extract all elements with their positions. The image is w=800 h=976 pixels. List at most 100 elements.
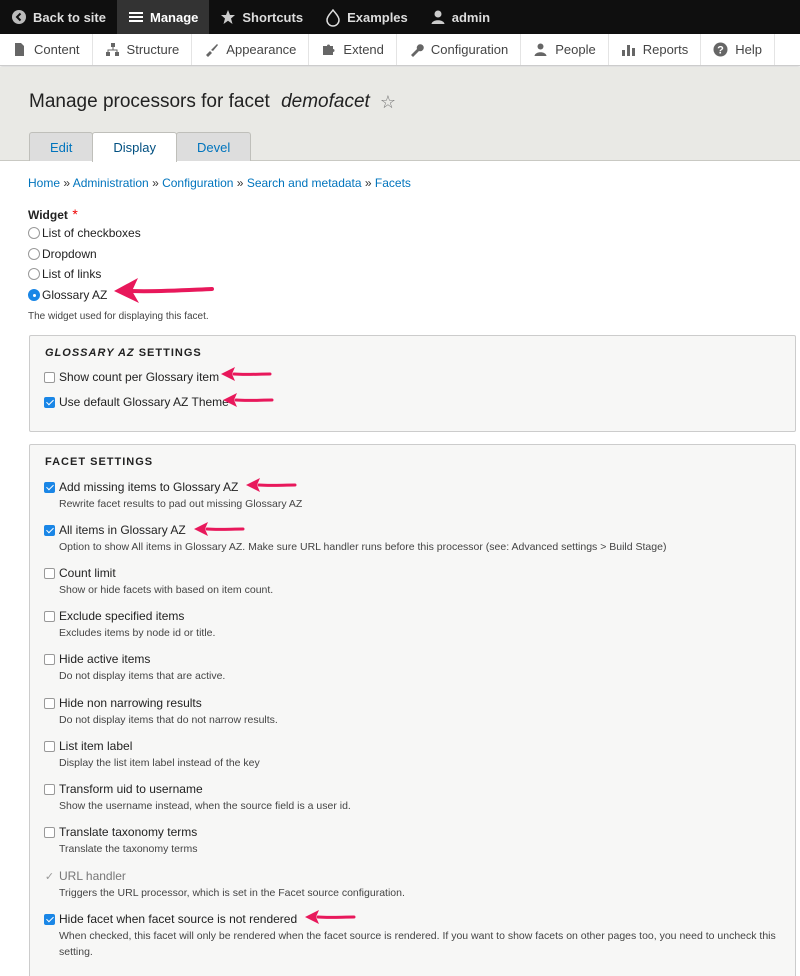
checkbox-label: Count limit xyxy=(59,566,116,580)
checkbox-label: Add missing items to Glossary AZ xyxy=(59,480,239,494)
tray-item-appearance[interactable]: Appearance xyxy=(192,34,310,65)
shortcut-star-icon[interactable]: ☆ xyxy=(380,92,396,113)
local-tabs: Edit Display Devel xyxy=(29,132,252,162)
checkbox[interactable] xyxy=(44,567,55,579)
shortcuts-tab[interactable]: Shortcuts xyxy=(209,0,314,34)
checkbox[interactable] xyxy=(44,653,55,665)
tray-item-configuration[interactable]: Configuration xyxy=(397,34,522,65)
checkbox-count-limit[interactable]: Count limit xyxy=(44,566,116,580)
checkbox-hide-facet-not-rendered[interactable]: Hide facet when facet source is not rend… xyxy=(44,912,297,926)
checkbox-hide-active[interactable]: Hide active items xyxy=(44,652,150,666)
checkbox-transform-uid[interactable]: Transform uid to username xyxy=(44,782,203,796)
tab-edit[interactable]: Edit xyxy=(29,132,94,161)
checkbox-label: Show count per Glossary item xyxy=(59,370,220,384)
tray-item-content[interactable]: Content xyxy=(0,34,93,65)
checkbox[interactable] xyxy=(44,697,55,709)
breadcrumb-administration[interactable]: Administration xyxy=(73,176,149,190)
legend-rest: SETTINGS xyxy=(134,347,202,359)
checkbox-checked[interactable] xyxy=(44,396,55,408)
radio-label: List of checkboxes xyxy=(42,226,141,240)
radio-glossary-az[interactable]: Glossary AZ xyxy=(28,288,107,302)
checkbox-all-items[interactable]: All items in Glossary AZ xyxy=(44,523,186,537)
checkbox-translate-taxonomy[interactable]: Translate taxonomy terms xyxy=(44,825,197,839)
checkbox[interactable] xyxy=(44,783,55,795)
checkbox-description: Triggers the URL processor, which is set… xyxy=(59,887,405,899)
breadcrumb-home[interactable]: Home xyxy=(28,176,60,190)
tray-item-label: Content xyxy=(34,42,80,57)
checkbox-description: Do not display items that do not narrow … xyxy=(59,714,278,726)
checkbox-description: Option to show All items in Glossary AZ.… xyxy=(59,541,667,553)
structure-icon xyxy=(105,42,120,57)
radio-label: Glossary AZ xyxy=(42,288,108,302)
checkbox-list-item-label[interactable]: List item label xyxy=(44,739,132,753)
legend-italic: GLOSSARY AZ xyxy=(45,347,135,359)
back-to-site-label: Back to site xyxy=(33,9,106,25)
page-header: Manage processors for facet demofacet ☆ … xyxy=(0,67,800,162)
checkbox-description: Show or hide facets with based on item c… xyxy=(59,584,274,596)
checkbox-add-missing[interactable]: Add missing items to Glossary AZ xyxy=(44,480,238,494)
breadcrumb-facets[interactable]: Facets xyxy=(375,176,411,190)
glossary-settings-legend: GLOSSARY AZ SETTINGS xyxy=(45,347,202,359)
menu-icon xyxy=(128,9,144,25)
tray-item-extend[interactable]: Extend xyxy=(309,34,397,65)
annotation-arrow-icon xyxy=(194,522,245,536)
checkbox-url-handler: ✓ URL handler xyxy=(44,869,126,883)
user-tab[interactable]: admin xyxy=(419,0,501,34)
checkbox-checked[interactable] xyxy=(44,524,55,536)
radio-button[interactable] xyxy=(28,248,40,260)
checkbox-hide-non-narrowing[interactable]: Hide non narrowing results xyxy=(44,696,202,710)
checkbox[interactable] xyxy=(44,826,55,838)
people-icon xyxy=(533,42,548,57)
tray-item-help[interactable]: ? Help xyxy=(701,34,775,65)
admin-tray: Content Structure Appearance Extend Conf… xyxy=(0,34,800,66)
checkbox-show-count[interactable]: Show count per Glossary item xyxy=(44,370,219,384)
checkbox[interactable] xyxy=(44,610,55,622)
tray-item-people[interactable]: People xyxy=(521,34,609,65)
tray-item-label: Reports xyxy=(642,42,689,57)
tray-item-reports[interactable]: Reports xyxy=(609,34,702,65)
user-icon xyxy=(430,9,446,25)
checkbox-description: Translate the taxonomy terms xyxy=(59,843,198,855)
examples-tab[interactable]: Examples xyxy=(314,0,419,34)
checkbox-description: Rewrite facet results to pad out missing… xyxy=(59,498,303,510)
svg-text:?: ? xyxy=(717,45,724,57)
radio-button-selected[interactable] xyxy=(28,289,40,301)
checkbox-checked[interactable] xyxy=(44,481,55,493)
checkbox-exclude-items[interactable]: Exclude specified items xyxy=(44,609,184,623)
checkbox-description: Do not display items that are active. xyxy=(59,670,226,682)
breadcrumb: Home » Administration » Configuration » … xyxy=(28,176,411,190)
radio-list-of-checkboxes[interactable]: List of checkboxes xyxy=(28,226,141,240)
breadcrumb-search-metadata[interactable]: Search and metadata xyxy=(247,176,362,190)
breadcrumb-configuration[interactable]: Configuration xyxy=(162,176,233,190)
required-mark: * xyxy=(72,206,78,222)
tab-display[interactable]: Display xyxy=(92,132,178,162)
radio-button[interactable] xyxy=(28,227,40,239)
manage-label: Manage xyxy=(149,9,199,25)
shortcuts-label: Shortcuts xyxy=(242,9,304,25)
manage-tab[interactable]: Manage xyxy=(116,0,210,34)
radio-button[interactable] xyxy=(28,268,40,280)
tray-item-label: Help xyxy=(735,42,762,57)
page-title-prefix: Manage processors for facet xyxy=(29,91,276,112)
checkbox-label: Hide non narrowing results xyxy=(59,696,202,710)
checkbox-checked[interactable] xyxy=(44,913,55,925)
tray-item-label: Extend xyxy=(343,42,384,57)
radio-label: Dropdown xyxy=(42,247,97,261)
tray-item-structure[interactable]: Structure xyxy=(93,34,193,65)
annotation-arrow-icon xyxy=(223,393,274,407)
radio-dropdown[interactable]: Dropdown xyxy=(28,247,97,261)
widget-description: The widget used for displaying this face… xyxy=(28,311,209,322)
checkbox[interactable] xyxy=(44,371,55,383)
help-icon: ? xyxy=(713,42,728,57)
tab-devel[interactable]: Devel xyxy=(176,132,252,161)
wrench-icon xyxy=(409,42,424,57)
checkbox-description: When checked, this facet will only be re… xyxy=(59,930,776,958)
radio-list-of-links[interactable]: List of links xyxy=(28,267,101,281)
tray-item-label: Appearance xyxy=(226,42,297,57)
document-icon xyxy=(12,42,27,57)
checkbox-default-theme[interactable]: Use default Glossary AZ Theme xyxy=(44,395,229,409)
checkbox[interactable] xyxy=(44,740,55,752)
back-to-site-link[interactable]: Back to site xyxy=(0,0,117,34)
tray-item-label: Structure xyxy=(126,42,180,57)
checkbox-description: Excludes items by node id or title. xyxy=(59,627,216,639)
